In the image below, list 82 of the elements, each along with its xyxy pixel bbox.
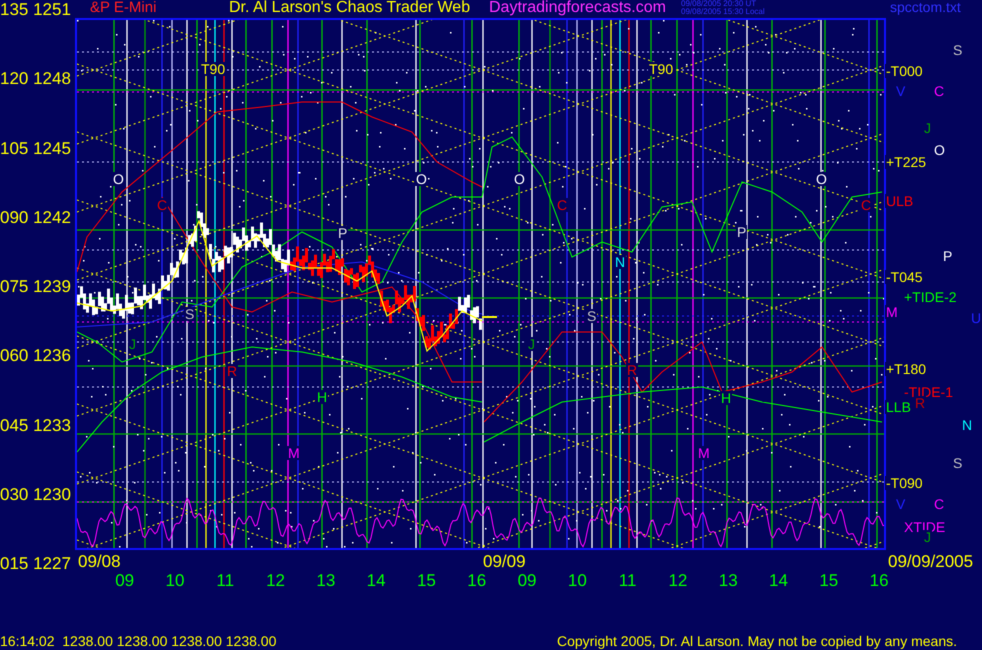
x-axis-label: 16 <box>870 572 889 592</box>
y-axis-label: 105 1245 <box>0 138 72 158</box>
timestamp-text: 09/08/2005 20:30 UT <box>681 0 758 8</box>
cycle-label: LLB <box>885 400 912 414</box>
cycle-label: -T045 <box>885 270 924 284</box>
cycle-label: +TIDE-2 <box>903 290 958 304</box>
cycle-label: ULB <box>885 194 914 208</box>
cycle-label: +T225 <box>885 155 928 169</box>
chart-label: T90 <box>200 62 226 76</box>
chart-label: P <box>337 226 348 240</box>
cycle-label: +T180 <box>885 362 928 376</box>
x-axis-label: 09 <box>115 572 134 592</box>
chart-label: C <box>860 198 872 212</box>
chart-label: O <box>815 172 828 186</box>
y-axis-label: 135 1251 <box>0 0 72 19</box>
x-axis-label: 13 <box>718 572 738 592</box>
cycle-label: S <box>952 456 964 470</box>
y-axis-label: 015 1227 <box>0 554 72 573</box>
y-axis-label: 090 1242 <box>0 208 72 227</box>
timestamp-text: 09/08/2005 15:30 Local <box>681 8 766 16</box>
y-axis-label: 120 1248 <box>0 69 72 88</box>
site-name: Daytradingforecasts.com <box>489 0 667 16</box>
cycle-label: S <box>952 43 964 57</box>
cycle-label: C <box>933 497 946 511</box>
chart-label: T90 <box>648 62 674 76</box>
chart-title: Dr. Al Larson's Chaos Trader Web <box>229 0 472 16</box>
file-name: spcctom.txt <box>890 0 961 14</box>
chart-label: M <box>287 446 301 460</box>
chart-label: H <box>720 391 732 405</box>
last-price-mark <box>482 316 497 318</box>
cycle-label: J <box>923 530 932 544</box>
chart-label: O <box>415 172 428 186</box>
cycle-label: V <box>895 84 906 98</box>
chart-label: R <box>626 363 638 377</box>
chart-label: M <box>697 446 711 460</box>
x-axis-label: 14 <box>769 572 788 592</box>
chart-label: P <box>736 225 748 239</box>
x-axis-label: 15 <box>416 572 436 592</box>
cycle-label: M <box>885 305 899 319</box>
x-axis-label: 15 <box>819 572 838 592</box>
copyright-text: Copyright 2005, Dr. Al Larson. May not be copied by any means. <box>556 634 957 648</box>
cycle-label: J <box>923 121 932 135</box>
chart-label: C <box>556 198 568 212</box>
instrument-name: &P E-Mini <box>90 0 158 15</box>
y-axis-label: 075 1239 <box>0 277 72 296</box>
x-axis-label: 10 <box>568 572 587 592</box>
x-axis-label: 12 <box>668 572 688 592</box>
date-label: 09/09 <box>483 552 526 570</box>
chart-label: S <box>184 307 196 321</box>
x-axis-label: 12 <box>266 572 285 592</box>
y-axis-label: 030 1230 <box>0 484 72 504</box>
chart-label: S <box>586 309 598 323</box>
cycle-label: -T090 <box>885 476 924 490</box>
x-axis-label: 11 <box>216 572 234 592</box>
x-axis-label: 16 <box>467 572 486 592</box>
cycle-label: U <box>970 311 982 325</box>
chart-label: J <box>128 337 137 351</box>
cycle-label: -T000 <box>885 64 924 78</box>
x-axis-label: 13 <box>316 572 336 592</box>
cycle-label: O <box>933 143 946 157</box>
x-axis-label: 09 <box>518 572 536 592</box>
quote-text: 16:14:02 1238.00 1238.00 1238.00 1238.00 <box>0 634 276 648</box>
y-axis-label: 045 1233 <box>0 416 72 434</box>
cycle-label: C <box>933 84 946 98</box>
cycle-label: V <box>895 497 906 511</box>
cycle-label: -TIDE-1 <box>903 385 954 399</box>
y-axis-label: 060 1236 <box>0 346 72 366</box>
chart-label: O <box>112 172 125 186</box>
chart-label: O <box>513 172 526 186</box>
x-axis-label: 10 <box>165 572 184 592</box>
chart-label: H <box>316 390 328 404</box>
date-label: 09/08 <box>78 552 121 570</box>
cycle-label: R <box>914 396 926 410</box>
chart-label: J <box>527 337 536 351</box>
date-label: 09/09/2005 <box>888 552 974 570</box>
chart-label: R <box>226 364 238 378</box>
cycle-label: N <box>961 418 974 432</box>
chart-label: C <box>156 198 168 212</box>
cycle-label: P <box>942 249 954 263</box>
x-axis-label: 11 <box>618 572 636 592</box>
chart-label: N <box>614 255 626 269</box>
x-axis-label: 14 <box>366 572 386 592</box>
